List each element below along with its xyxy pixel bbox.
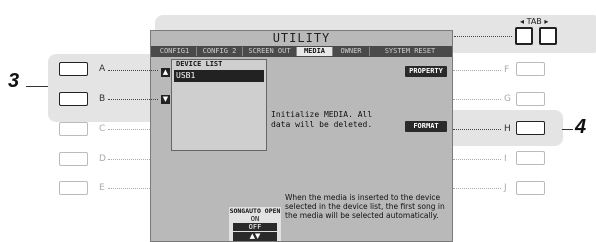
tab-screen-out[interactable]: SCREEN OUT: [243, 47, 297, 56]
button-a[interactable]: [59, 62, 88, 76]
tab-config2[interactable]: CONFIG 2: [197, 47, 243, 56]
button-h-label: H: [504, 124, 511, 134]
button-g-connector: [453, 99, 501, 100]
property-button[interactable]: PROPERTY: [405, 66, 447, 77]
tab-owner[interactable]: OWNER: [333, 47, 370, 56]
callout-4: 4: [575, 116, 587, 138]
down-arrow-icon: ▼: [161, 95, 170, 104]
device-list-header: DEVICE LIST: [176, 60, 223, 68]
button-d-connector: [108, 159, 150, 160]
button-f-label: F: [504, 65, 510, 75]
button-d-label: D: [99, 154, 106, 164]
button-i-label: I: [504, 154, 507, 164]
button-c-label: C: [99, 124, 106, 134]
button-j-label: J: [504, 183, 507, 193]
up-arrow-icon: ▲: [161, 68, 170, 77]
tab-left-button[interactable]: [515, 27, 533, 45]
button-i-connector: [453, 159, 501, 160]
device-list-item[interactable]: USB1: [174, 70, 264, 82]
button-f-connector: [453, 70, 501, 71]
button-e-connector: [108, 188, 150, 189]
button-j-connector: [453, 188, 501, 189]
callout-4-line: [562, 129, 573, 130]
callout-3: 3: [8, 70, 20, 92]
button-b-connector: [108, 99, 158, 100]
tab-right-button[interactable]: [539, 27, 557, 45]
button-e[interactable]: [59, 181, 88, 195]
screen-title: UTILITY: [272, 31, 331, 45]
button-g[interactable]: [516, 92, 545, 106]
button-d[interactable]: [59, 152, 88, 166]
song-auto-open-control[interactable]: SONGAUTO OPEN ON OFF ▲▼: [229, 207, 281, 241]
lcd-screen: UTILITY CONFIG1 CONFIG 2 SCREEN OUT MEDI…: [150, 30, 453, 242]
button-a-label: A: [99, 64, 106, 74]
tab-left-arrow-icon: ◂: [520, 17, 525, 26]
tab-label: ◂ TAB ▸: [520, 17, 549, 26]
button-j[interactable]: [516, 181, 545, 195]
initialize-message: Initialize MEDIA. All data will be delet…: [271, 110, 373, 129]
callout-3-line: [26, 86, 48, 87]
song-auto-open-off[interactable]: OFF: [233, 223, 277, 231]
button-b-label: B: [99, 94, 106, 104]
button-h-connector: [453, 129, 501, 130]
format-button[interactable]: FORMAT: [405, 121, 447, 132]
tab-config1[interactable]: CONFIG1: [153, 47, 197, 56]
button-c[interactable]: [59, 122, 88, 136]
button-h[interactable]: [516, 121, 545, 135]
button-f[interactable]: [516, 62, 545, 76]
button-e-label: E: [99, 183, 105, 193]
song-auto-open-label: SONGAUTO OPEN: [229, 207, 281, 215]
tab-connector: [454, 36, 512, 37]
tab-bar: CONFIG1 CONFIG 2 SCREEN OUT MEDIA OWNER …: [151, 46, 452, 57]
button-c-connector: [108, 129, 150, 130]
button-g-label: G: [504, 94, 511, 104]
device-list[interactable]: DEVICE LIST USB1: [171, 59, 267, 151]
button-b[interactable]: [59, 92, 88, 106]
tab-media[interactable]: MEDIA: [297, 47, 333, 56]
button-i[interactable]: [516, 151, 545, 165]
tab-system-reset[interactable]: SYSTEM RESET: [370, 47, 450, 56]
tab-right-arrow-icon: ▸: [544, 17, 549, 26]
song-auto-open-on[interactable]: ON: [229, 215, 281, 223]
auto-open-description: When the media is inserted to the device…: [285, 193, 445, 220]
button-a-connector: [108, 70, 158, 71]
